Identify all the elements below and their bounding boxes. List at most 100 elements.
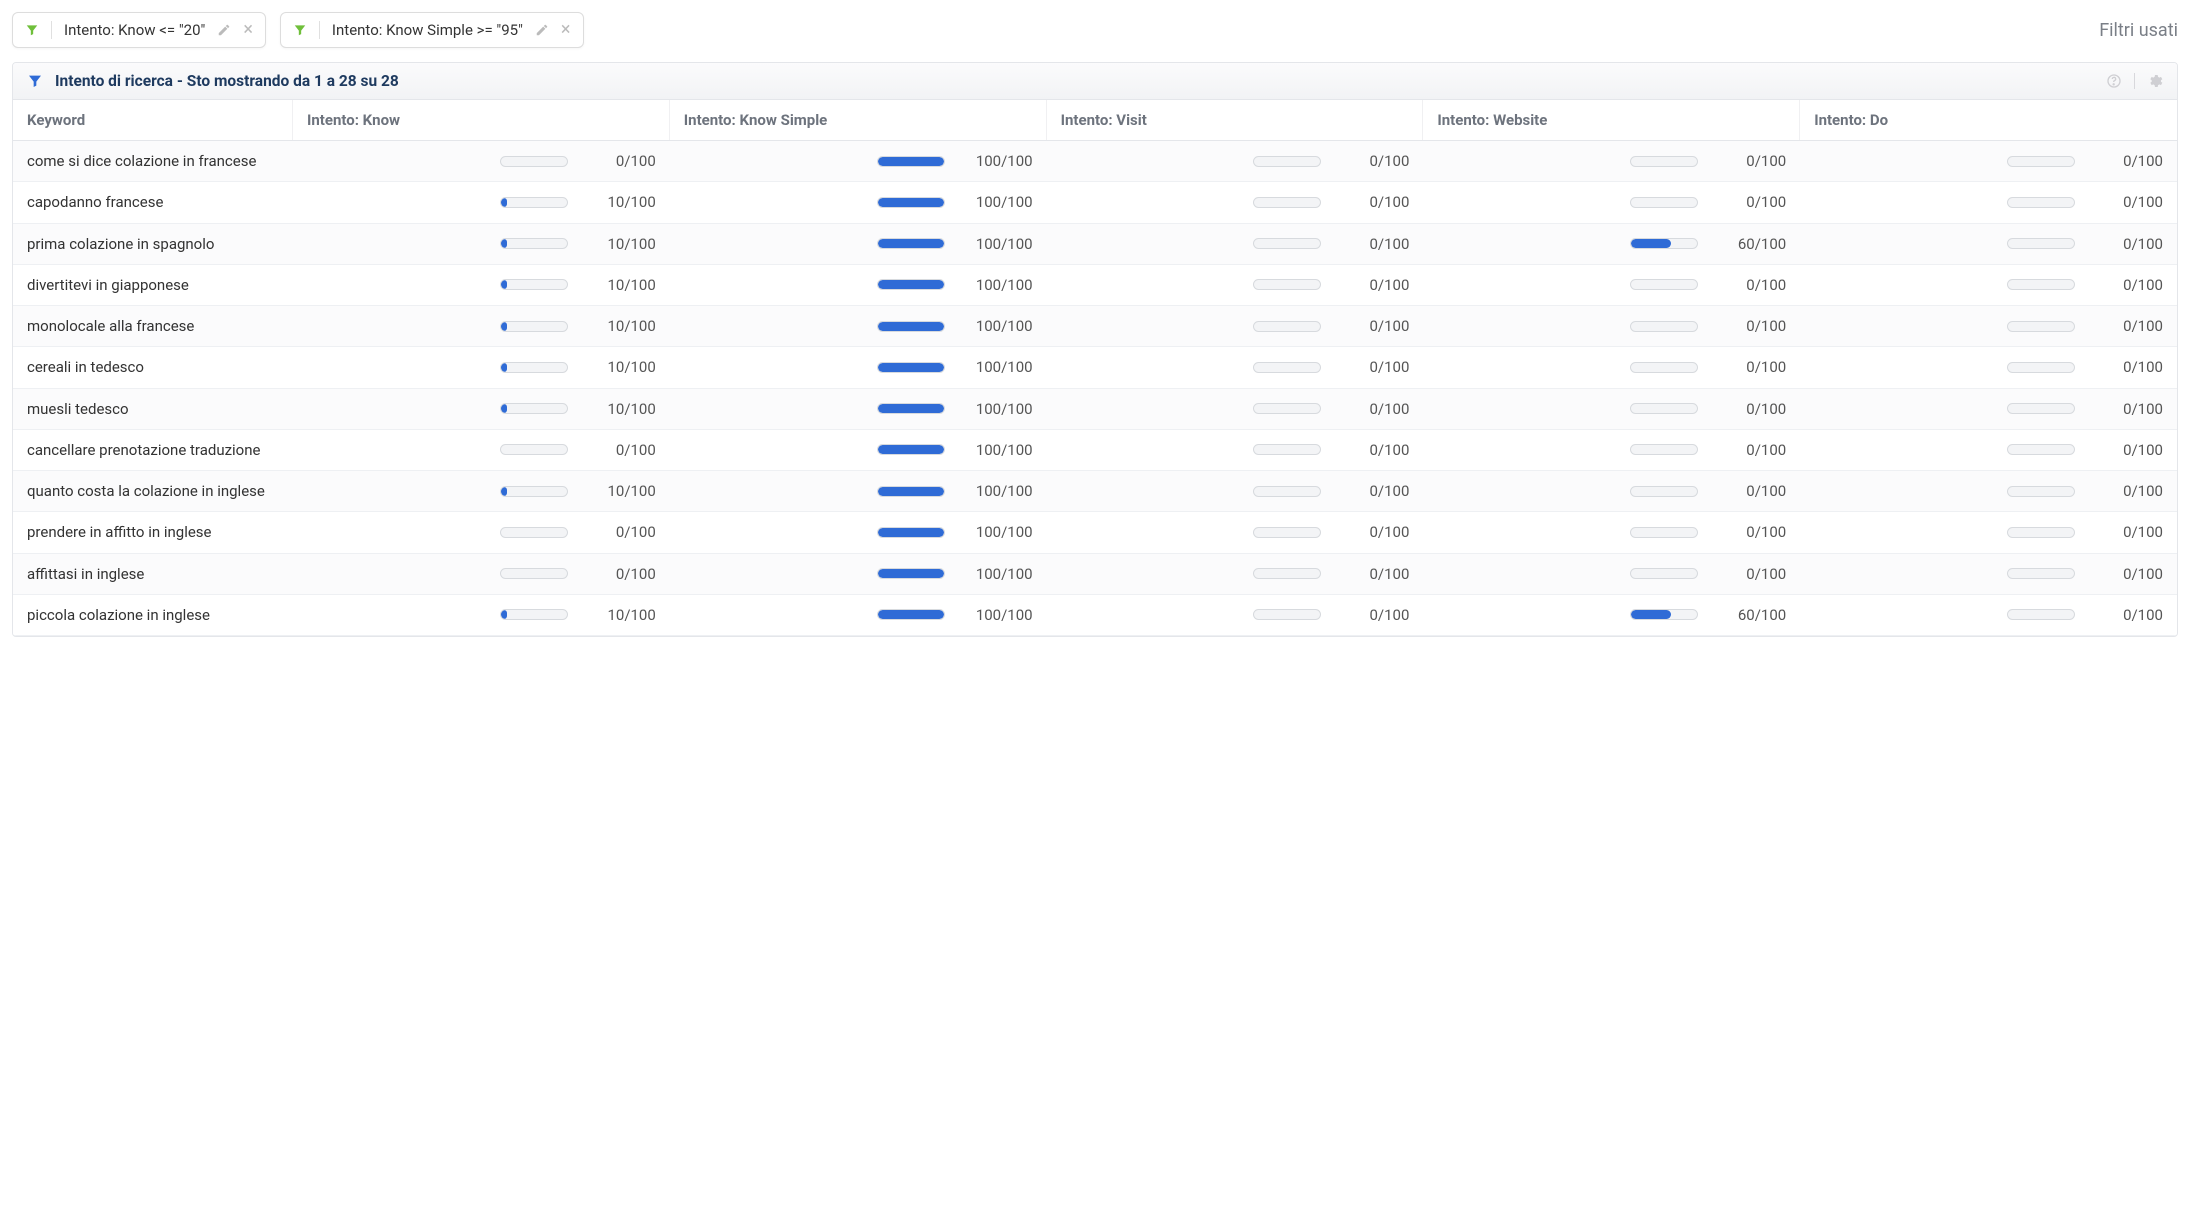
funnel-icon	[25, 23, 39, 37]
metric-value: 0/100	[2089, 400, 2163, 418]
col-keyword[interactable]: Keyword	[13, 100, 293, 140]
close-icon[interactable]: ×	[561, 21, 571, 39]
col-do[interactable]: Intento: Do	[1800, 100, 2177, 140]
funnel-icon[interactable]	[27, 73, 43, 89]
metric-cell: 100/100	[670, 347, 1047, 387]
progress-bar	[2007, 444, 2075, 455]
progress-bar	[877, 197, 945, 208]
metric-cell: 0/100	[1423, 389, 1800, 429]
progress-bar	[877, 403, 945, 414]
keyword-cell[interactable]: cereali in tedesco	[13, 347, 293, 387]
metric-cell: 0/100	[1047, 471, 1424, 511]
table-row: monolocale alla francese10/100100/1000/1…	[13, 306, 2177, 347]
metric-cell: 0/100	[1800, 430, 2177, 470]
gear-icon[interactable]	[2147, 73, 2163, 89]
metric-value: 0/100	[1335, 317, 1409, 335]
metric-cell: 0/100	[1800, 347, 2177, 387]
metric-value: 0/100	[2089, 317, 2163, 335]
metric-cell: 0/100	[1800, 141, 2177, 181]
progress-bar	[2007, 486, 2075, 497]
keyword-cell[interactable]: divertitevi in giapponese	[13, 265, 293, 305]
progress-bar	[1630, 321, 1698, 332]
keyword-cell[interactable]: quanto costa la colazione in inglese	[13, 471, 293, 511]
filter-chip[interactable]: Intento: Know <= "20" ×	[12, 12, 266, 48]
progress-bar	[2007, 568, 2075, 579]
metric-value: 0/100	[2089, 441, 2163, 459]
filter-chip[interactable]: Intento: Know Simple >= "95" ×	[280, 12, 584, 48]
metric-cell: 0/100	[1800, 471, 2177, 511]
metric-value: 10/100	[582, 276, 656, 294]
progress-bar	[2007, 238, 2075, 249]
metric-value: 0/100	[1712, 523, 1786, 541]
metric-value: 0/100	[1712, 193, 1786, 211]
progress-bar	[1630, 486, 1698, 497]
metric-cell: 100/100	[670, 554, 1047, 594]
metric-value: 0/100	[1335, 400, 1409, 418]
metric-value: 100/100	[959, 152, 1033, 170]
keyword-cell[interactable]: muesli tedesco	[13, 389, 293, 429]
keyword-cell[interactable]: prima colazione in spagnolo	[13, 224, 293, 264]
metric-value: 0/100	[1335, 606, 1409, 624]
metric-cell: 100/100	[670, 512, 1047, 552]
col-know[interactable]: Intento: Know	[293, 100, 670, 140]
keyword-cell[interactable]: come si dice colazione in francese	[13, 141, 293, 181]
progress-bar	[500, 444, 568, 455]
metric-cell: 0/100	[1047, 141, 1424, 181]
progress-bar	[1253, 609, 1321, 620]
metric-cell: 0/100	[1047, 389, 1424, 429]
col-website[interactable]: Intento: Website	[1423, 100, 1800, 140]
metric-value: 0/100	[2089, 193, 2163, 211]
metric-value: 60/100	[1712, 235, 1786, 253]
keyword-cell[interactable]: piccola colazione in inglese	[13, 595, 293, 635]
metric-cell: 0/100	[1423, 182, 1800, 222]
keyword-cell[interactable]: cancellare prenotazione traduzione	[13, 430, 293, 470]
progress-bar	[1630, 279, 1698, 290]
keyword-cell[interactable]: affittasi in inglese	[13, 554, 293, 594]
pencil-icon[interactable]	[217, 23, 231, 37]
progress-bar	[1253, 197, 1321, 208]
metric-cell: 10/100	[293, 389, 670, 429]
metric-value: 0/100	[1335, 152, 1409, 170]
col-know-simple[interactable]: Intento: Know Simple	[670, 100, 1047, 140]
metric-cell: 100/100	[670, 595, 1047, 635]
metric-value: 0/100	[2089, 152, 2163, 170]
metric-cell: 10/100	[293, 265, 670, 305]
col-visit[interactable]: Intento: Visit	[1047, 100, 1424, 140]
keyword-cell[interactable]: prendere in affitto in inglese	[13, 512, 293, 552]
progress-bar	[500, 197, 568, 208]
metric-value: 100/100	[959, 317, 1033, 335]
metric-value: 0/100	[2089, 606, 2163, 624]
metric-value: 100/100	[959, 235, 1033, 253]
metric-value: 0/100	[1335, 276, 1409, 294]
metric-cell: 0/100	[1800, 224, 2177, 264]
panel-header: Intento di ricerca - Sto mostrando da 1 …	[13, 63, 2177, 100]
pencil-icon[interactable]	[535, 23, 549, 37]
metric-value: 0/100	[1712, 276, 1786, 294]
progress-bar	[1253, 486, 1321, 497]
table-row: capodanno francese10/100100/1000/1000/10…	[13, 182, 2177, 223]
metric-cell: 100/100	[670, 182, 1047, 222]
metric-value: 0/100	[1712, 441, 1786, 459]
close-icon[interactable]: ×	[243, 21, 253, 39]
metric-cell: 0/100	[1047, 182, 1424, 222]
metric-value: 0/100	[582, 152, 656, 170]
metric-value: 0/100	[1712, 482, 1786, 500]
table-row: prendere in affitto in inglese 0/100 100/1…	[13, 512, 2177, 553]
metric-cell: 100/100	[670, 430, 1047, 470]
metric-value: 100/100	[959, 482, 1033, 500]
metric-value: 10/100	[582, 400, 656, 418]
keyword-cell[interactable]: monolocale alla francese	[13, 306, 293, 346]
progress-bar	[2007, 321, 2075, 332]
help-icon[interactable]	[2106, 73, 2122, 89]
progress-bar	[1253, 527, 1321, 538]
metric-cell: 0/100	[1047, 306, 1424, 346]
keyword-cell[interactable]: capodanno francese	[13, 182, 293, 222]
progress-bar	[1630, 362, 1698, 373]
metric-cell: 0/100	[1047, 224, 1424, 264]
filters-used-label: Filtri usati	[2099, 20, 2178, 41]
filter-label: Intento: Know Simple >= "95"	[332, 21, 523, 39]
progress-bar	[877, 238, 945, 249]
progress-bar	[500, 279, 568, 290]
table-row: cancellare prenotazione traduzione 0/100 1…	[13, 430, 2177, 471]
metric-cell: 0/100	[1423, 306, 1800, 346]
